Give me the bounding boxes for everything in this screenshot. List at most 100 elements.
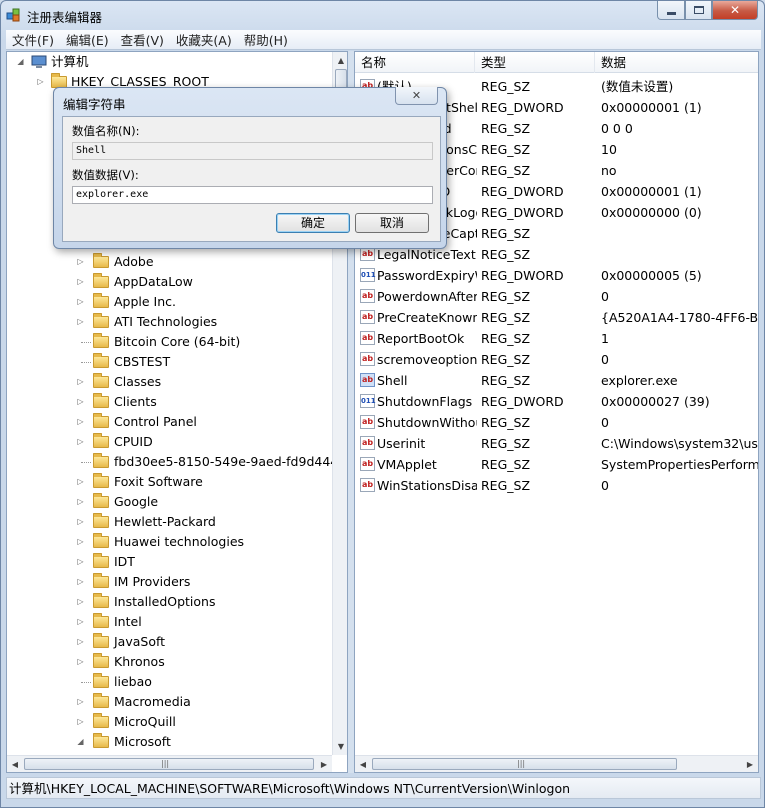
collapsed-icon[interactable]: ▷ bbox=[76, 432, 85, 452]
menu-file[interactable]: 文件(F) bbox=[6, 30, 60, 49]
minimize-button[interactable] bbox=[657, 1, 685, 20]
value-row[interactable]: abWinStationsDisabled REG_SZ 0 bbox=[355, 475, 758, 496]
value-row[interactable]: abShutdownWithoutLogon REG_SZ 0 bbox=[355, 412, 758, 433]
dialog-body: 数值名称(N): Shell 数值数据(V): explorer.exe 确定 … bbox=[62, 116, 441, 242]
expanded-icon[interactable]: ◢ bbox=[16, 52, 25, 72]
tree-item[interactable]: ▷ ATI Technologies bbox=[7, 312, 327, 332]
value-data: 0x00000001 (1) bbox=[601, 100, 702, 115]
collapsed-icon[interactable]: ▷ bbox=[76, 632, 85, 652]
scroll-left-icon[interactable]: ◀ bbox=[7, 756, 23, 772]
scroll-right-icon[interactable]: ▶ bbox=[742, 756, 758, 772]
tree-item[interactable]: fbd30ee5-8150-549e-9aed-fd9d44436 bbox=[7, 452, 347, 472]
collapsed-icon[interactable]: ▷ bbox=[76, 372, 85, 392]
maximize-button[interactable] bbox=[685, 1, 712, 20]
menu-favorites[interactable]: 收藏夹(A) bbox=[170, 30, 238, 49]
list-horizontal-scrollbar[interactable]: ◀ ||| ▶ bbox=[355, 755, 758, 772]
value-row[interactable]: 011 ShutdownFlags REG_DWORD 0x00000027 (39) bbox=[355, 391, 758, 412]
menu-help[interactable]: 帮助(H) bbox=[238, 30, 294, 49]
value-row[interactable]: ab scremoveoption REG_SZ 0 bbox=[355, 349, 758, 370]
scroll-up-icon[interactable]: ▲ bbox=[333, 52, 347, 68]
tree-item[interactable]: ▷ CPUID bbox=[7, 432, 327, 452]
collapsed-icon[interactable]: ▷ bbox=[76, 292, 85, 312]
title-bar[interactable]: 注册表编辑器 ✕ bbox=[1, 1, 764, 29]
tree-root-computer[interactable]: ◢ 计算机 bbox=[7, 52, 327, 72]
tree-item[interactable]: ▷ Foxit Software bbox=[7, 472, 327, 492]
scroll-thumb[interactable]: ||| bbox=[372, 758, 677, 770]
tree-label: Microsoft bbox=[114, 734, 171, 749]
tree-item[interactable]: liebao bbox=[7, 672, 327, 692]
value-row[interactable]: abPreCreateKnownFolders REG_SZ {A520A1A4-1… bbox=[355, 307, 758, 328]
scroll-thumb[interactable]: ||| bbox=[24, 758, 314, 770]
tree-item[interactable]: ▷ AppDataLow bbox=[7, 272, 327, 292]
collapsed-icon[interactable]: ▷ bbox=[76, 692, 85, 712]
collapsed-icon[interactable]: ▷ bbox=[76, 612, 85, 632]
value-type: REG_SZ bbox=[481, 142, 531, 157]
column-header-data[interactable]: 数据 bbox=[595, 52, 758, 73]
value-data: 0x00000005 (5) bbox=[601, 268, 702, 283]
collapsed-icon[interactable]: ▷ bbox=[76, 532, 85, 552]
column-header-type[interactable]: 类型 bbox=[475, 52, 595, 73]
tree-item[interactable]: ▷ Huawei technologies bbox=[7, 532, 327, 552]
collapsed-icon[interactable]: ▷ bbox=[76, 652, 85, 672]
tree-item[interactable]: ▷ IM Providers bbox=[7, 572, 327, 592]
tree-item[interactable]: ▷ Google bbox=[7, 492, 327, 512]
tree-item[interactable]: ▷ Khronos bbox=[7, 652, 327, 672]
expanded-icon[interactable]: ◢ bbox=[76, 732, 85, 752]
column-header-name[interactable]: 名称 bbox=[355, 52, 475, 73]
collapsed-icon[interactable]: ▷ bbox=[76, 592, 85, 612]
value-row[interactable]: ab ReportBootOk REG_SZ 1 bbox=[355, 328, 758, 349]
tree-item[interactable]: ▷ Adobe bbox=[7, 252, 327, 272]
collapsed-icon[interactable]: ▷ bbox=[76, 412, 85, 432]
tree-item[interactable]: ▷ InstalledOptions bbox=[7, 592, 327, 612]
folder-icon bbox=[93, 373, 109, 388]
scroll-down-icon[interactable]: ▼ bbox=[333, 738, 347, 754]
menu-edit[interactable]: 编辑(E) bbox=[60, 30, 115, 49]
tree-item[interactable]: ▷ Macromedia bbox=[7, 692, 327, 712]
folder-icon bbox=[93, 353, 109, 368]
close-button[interactable]: ✕ bbox=[712, 1, 758, 20]
value-row[interactable]: 011PasswordExpiryWarning REG_DWORD 0x00000… bbox=[355, 265, 758, 286]
collapsed-icon[interactable]: ▷ bbox=[76, 572, 85, 592]
tree-item[interactable]: ▷ IDT bbox=[7, 552, 327, 572]
ok-button[interactable]: 确定 bbox=[276, 213, 350, 233]
value-data-input[interactable]: explorer.exe bbox=[72, 186, 433, 204]
tree-item[interactable]: ▷ Hewlett-Packard bbox=[7, 512, 327, 532]
tree-item[interactable]: ▷ JavaSoft bbox=[7, 632, 327, 652]
collapsed-icon[interactable]: ▷ bbox=[76, 472, 85, 492]
string-value-icon: ab bbox=[360, 310, 375, 324]
dialog-close-button[interactable]: ✕ bbox=[395, 87, 438, 105]
tree-item[interactable]: ▷ Classes bbox=[7, 372, 327, 392]
scroll-right-icon[interactable]: ▶ bbox=[316, 756, 332, 772]
collapsed-icon[interactable]: ▷ bbox=[76, 512, 85, 532]
folder-icon bbox=[93, 533, 109, 548]
tree-item[interactable]: ▷ Intel bbox=[7, 612, 327, 632]
collapsed-icon[interactable]: ▷ bbox=[76, 552, 85, 572]
scroll-left-icon[interactable]: ◀ bbox=[355, 756, 371, 772]
tree-item[interactable]: ▷ Control Panel bbox=[7, 412, 327, 432]
tree-item[interactable]: ▷ Clients bbox=[7, 392, 327, 412]
collapsed-icon[interactable]: ▷ bbox=[76, 392, 85, 412]
value-row[interactable]: ab Shell REG_SZ explorer.exe bbox=[355, 370, 758, 391]
tree-item[interactable]: Bitcoin Core (64-bit) bbox=[7, 332, 327, 352]
value-type: REG_SZ bbox=[481, 79, 531, 94]
tree-item[interactable]: ▷ Apple Inc. bbox=[7, 292, 327, 312]
menu-view[interactable]: 查看(V) bbox=[115, 30, 170, 49]
tree-item[interactable]: CBSTEST bbox=[7, 352, 327, 372]
collapsed-icon[interactable]: ▷ bbox=[36, 72, 45, 92]
collapsed-icon[interactable]: ▷ bbox=[76, 712, 85, 732]
collapsed-icon[interactable]: ▷ bbox=[76, 252, 85, 272]
tree-item[interactable]: ◢ Microsoft bbox=[7, 732, 327, 752]
tree-label: Khronos bbox=[114, 654, 165, 669]
collapsed-icon[interactable]: ▷ bbox=[76, 312, 85, 332]
tree-label: Clients bbox=[114, 394, 157, 409]
value-row[interactable]: abVMApplet REG_SZ SystemPropertiesPerforma… bbox=[355, 454, 758, 475]
value-row[interactable]: abUserinit REG_SZ C:\Windows\system32\user… bbox=[355, 433, 758, 454]
string-value-icon: ab bbox=[360, 436, 375, 450]
folder-icon bbox=[93, 313, 109, 328]
tree-item[interactable]: ▷ MicroQuill bbox=[7, 712, 327, 732]
collapsed-icon[interactable]: ▷ bbox=[76, 492, 85, 512]
collapsed-icon[interactable]: ▷ bbox=[76, 272, 85, 292]
tree-horizontal-scrollbar[interactable]: ◀ ||| ▶ bbox=[7, 755, 332, 772]
cancel-button[interactable]: 取消 bbox=[355, 213, 429, 233]
value-row[interactable]: abPowerdownAfterShutdown REG_SZ 0 bbox=[355, 286, 758, 307]
